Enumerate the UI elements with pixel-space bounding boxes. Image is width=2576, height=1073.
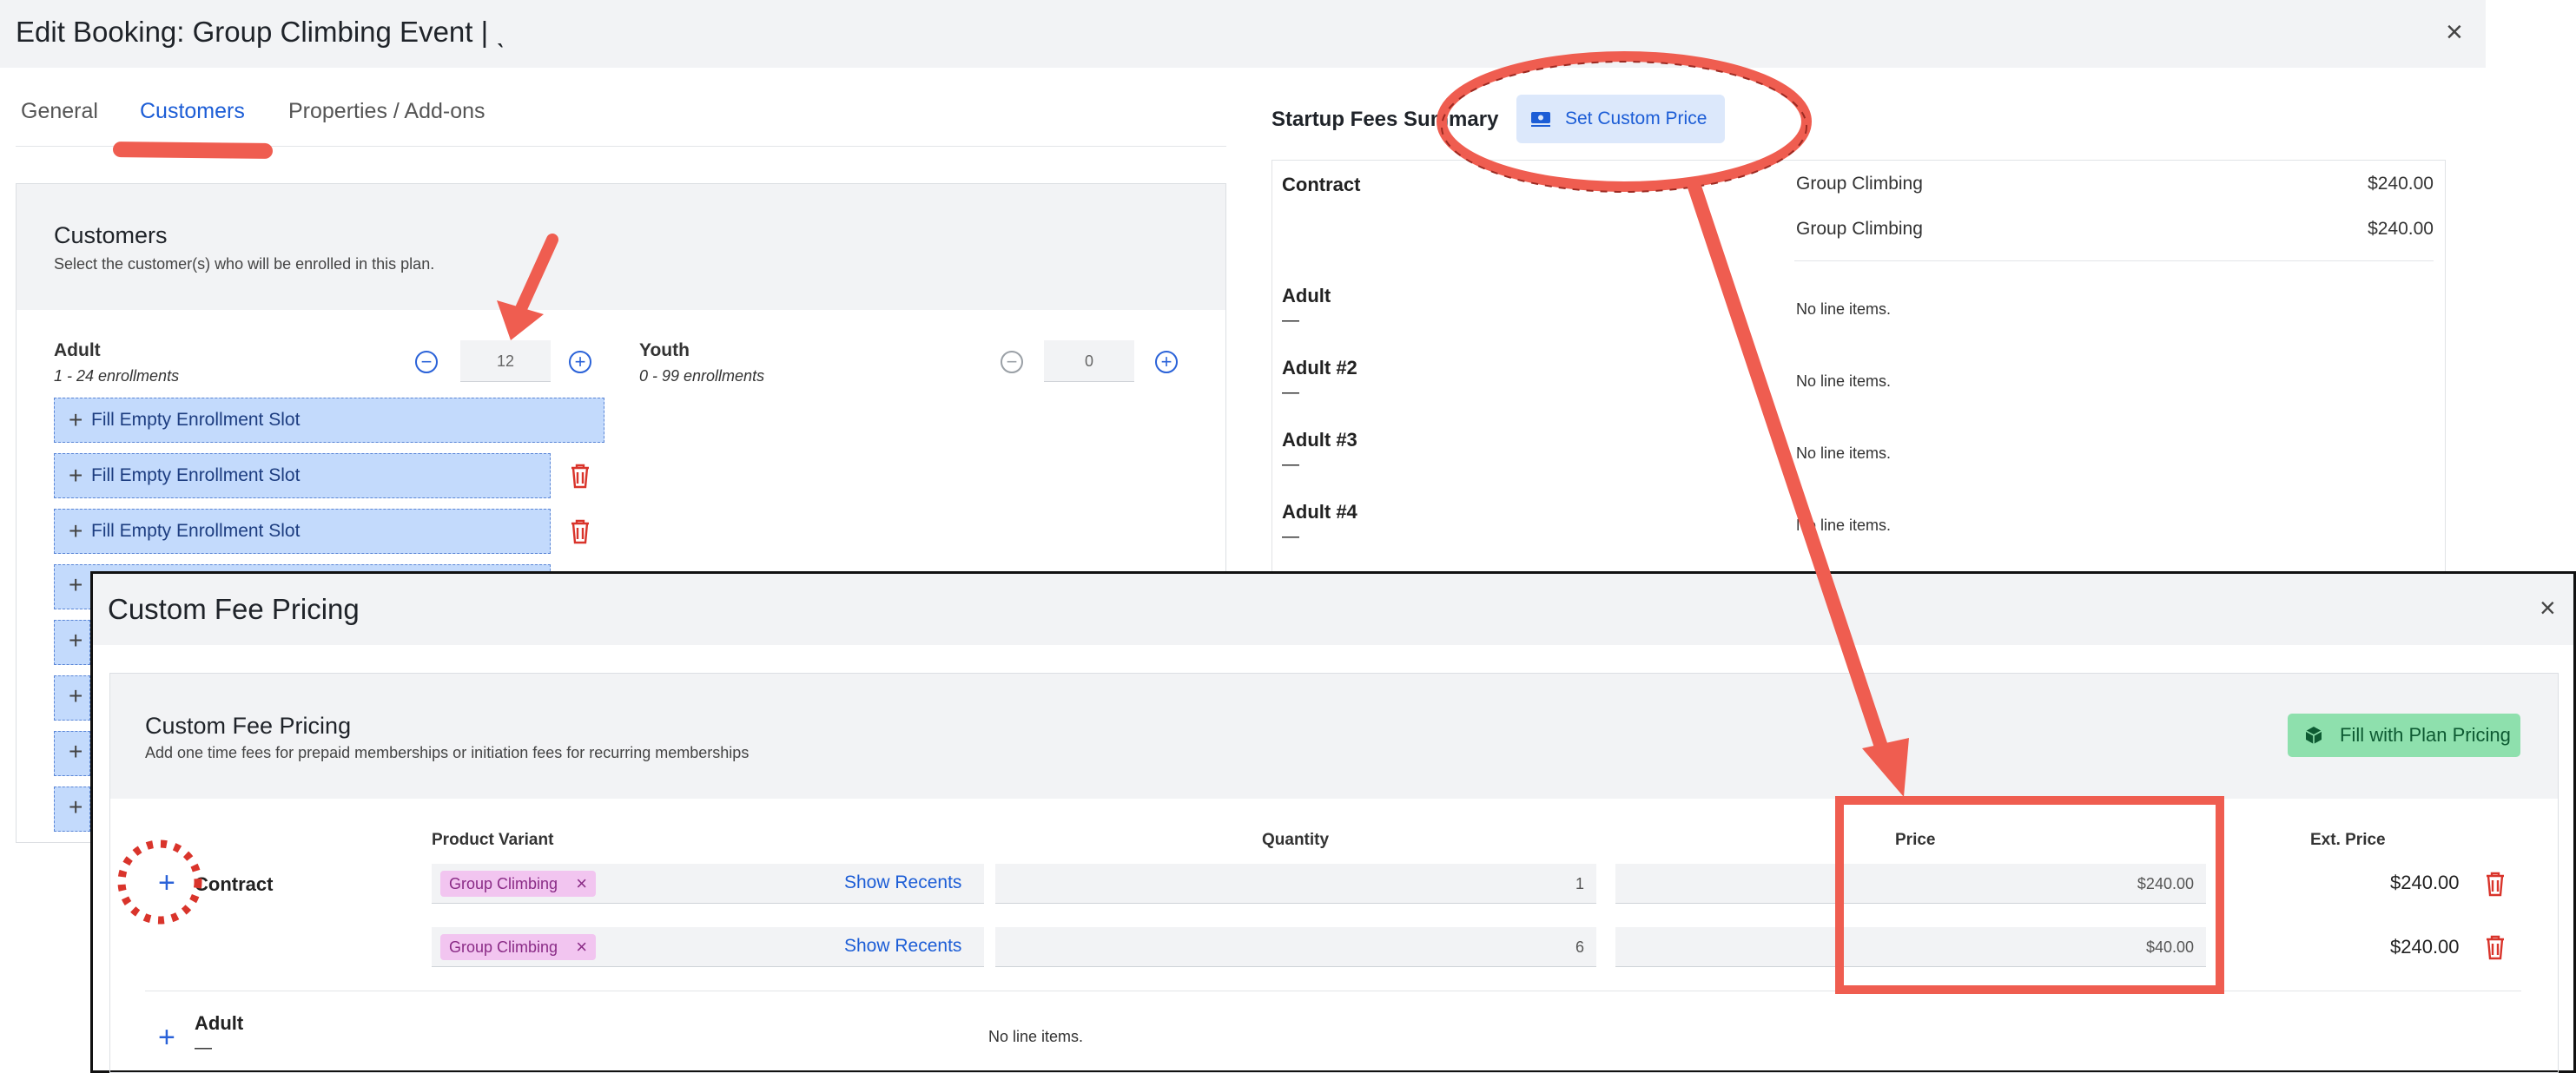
- fill-slot-button[interactable]: + Fill Empty Enrollment Slot: [54, 509, 551, 554]
- summary-row-dash: —: [1282, 311, 1299, 330]
- summary-item-name: Group Climbing: [1796, 219, 1923, 239]
- custom-fee-panel-header: [110, 674, 2558, 799]
- trash-icon[interactable]: [569, 517, 591, 545]
- column-header-quantity: Quantity: [1262, 831, 1330, 849]
- adult-note: No line items.: [988, 1028, 1084, 1045]
- group-label-adult: Adult: [54, 340, 101, 360]
- add-line-plus-icon[interactable]: +: [158, 1023, 175, 1052]
- fill-slot-button[interactable]: +: [54, 787, 90, 832]
- remove-chip-icon[interactable]: ×: [576, 934, 587, 960]
- plus-icon: +: [69, 571, 83, 598]
- modal-title: Custom Fee Pricing: [108, 593, 360, 625]
- summary-item-name: Group Climbing: [1796, 174, 1923, 194]
- fill-slot-button[interactable]: +: [54, 675, 90, 721]
- summary-row-dash: —: [1282, 455, 1299, 474]
- customers-title: Customers: [54, 222, 168, 248]
- edit-booking-title: Edit Booking: Group Climbing Event | ˎ: [16, 16, 506, 48]
- summary-item-amount: $240.00: [2368, 174, 2434, 194]
- summary-item-amount: $240.00: [2368, 219, 2434, 239]
- fill-slot-button[interactable]: + Fill Empty Enrollment Slot: [54, 453, 551, 498]
- plus-icon: +: [69, 406, 83, 433]
- youth-count-stepper[interactable]: 0: [1044, 340, 1134, 382]
- variant-chip: Group Climbing ×: [440, 934, 597, 960]
- decrement-adult-icon[interactable]: −: [415, 351, 438, 373]
- price-input[interactable]: $40.00: [1615, 927, 2206, 967]
- box-icon: [2305, 727, 2322, 744]
- fill-slot-button[interactable]: +: [54, 731, 90, 776]
- summary-row-label: Contract: [1282, 174, 1361, 195]
- plus-icon: +: [69, 517, 83, 544]
- panel-title: Custom Fee Pricing: [145, 713, 352, 739]
- show-recents-link[interactable]: Show Recents: [844, 872, 961, 893]
- close-icon[interactable]: ×: [2540, 594, 2556, 622]
- contract-label: Contract: [195, 873, 274, 895]
- adult-dash: —: [195, 1038, 212, 1057]
- add-line-plus-icon[interactable]: +: [158, 868, 175, 898]
- ext-price-value: $240.00: [2390, 936, 2460, 958]
- summary-row-note: No line items.: [1796, 517, 1892, 534]
- summary-row-label: Adult #2: [1282, 357, 1357, 379]
- decrement-youth-icon[interactable]: −: [1001, 351, 1023, 373]
- summary-row-dash: —: [1282, 383, 1299, 402]
- annotation-underline: [112, 142, 274, 159]
- quantity-input[interactable]: 6: [995, 927, 1596, 967]
- plus-icon: +: [69, 793, 83, 820]
- plus-icon: +: [69, 682, 83, 709]
- summary-row-label: Adult #3: [1282, 429, 1357, 451]
- quantity-input[interactable]: 1: [995, 864, 1596, 904]
- remove-chip-icon[interactable]: ×: [576, 871, 587, 897]
- column-header-price: Price: [1895, 831, 1936, 849]
- customers-subtitle: Select the customer(s) who will be enrol…: [54, 255, 435, 273]
- summary-row-note: No line items.: [1796, 444, 1892, 462]
- fill-slot-button[interactable]: + Fill Empty Enrollment Slot: [54, 398, 604, 443]
- fill-slot-button[interactable]: +: [54, 620, 90, 665]
- summary-row-note: No line items.: [1796, 372, 1892, 390]
- adult-count-stepper[interactable]: 12: [460, 340, 551, 382]
- increment-adult-icon[interactable]: +: [569, 351, 591, 373]
- trash-icon[interactable]: [569, 462, 591, 490]
- tab-general[interactable]: General: [21, 99, 98, 124]
- summary-row-dash: —: [1282, 527, 1299, 546]
- ext-price-value: $240.00: [2390, 872, 2460, 893]
- close-icon[interactable]: ×: [2446, 17, 2463, 47]
- summary-divider: [1794, 260, 2434, 261]
- panel-description: Add one time fees for prepaid membership…: [145, 744, 750, 761]
- product-variant-input[interactable]: Group Climbing × Show Recents: [432, 927, 984, 967]
- customers-panel-header: [17, 184, 1225, 310]
- summary-row-label: Adult: [1282, 285, 1331, 306]
- tab-properties-add-ons[interactable]: Properties / Add-ons: [288, 99, 485, 124]
- trash-icon[interactable]: [2484, 870, 2507, 898]
- column-header-ext-price: Ext. Price: [2310, 831, 2386, 849]
- summary-row-note: No line items.: [1796, 300, 1892, 318]
- show-recents-link[interactable]: Show Recents: [844, 936, 961, 957]
- variant-chip: Group Climbing ×: [440, 871, 597, 897]
- column-header-product-variant: Product Variant: [432, 831, 554, 849]
- price-tag-icon: [1531, 112, 1550, 127]
- group-range-adult: 1 - 24 enrollments: [54, 367, 180, 385]
- plus-icon: +: [69, 738, 83, 765]
- group-range-youth: 0 - 99 enrollments: [639, 367, 765, 385]
- plus-icon: +: [69, 627, 83, 654]
- product-variant-input[interactable]: Group Climbing × Show Recents: [432, 864, 984, 904]
- price-input[interactable]: $240.00: [1615, 864, 2206, 904]
- custom-fee-pricing-header: [93, 574, 2573, 645]
- group-label-youth: Youth: [639, 340, 690, 360]
- tab-customers[interactable]: Customers: [140, 99, 245, 124]
- adult-label: Adult: [195, 1012, 244, 1034]
- summary-row-label: Adult #4: [1282, 501, 1357, 523]
- plus-icon: +: [69, 462, 83, 489]
- trash-icon[interactable]: [2484, 933, 2507, 961]
- startup-fees-summary-title: Startup Fees Summary: [1271, 108, 1499, 131]
- increment-youth-icon[interactable]: +: [1155, 351, 1178, 373]
